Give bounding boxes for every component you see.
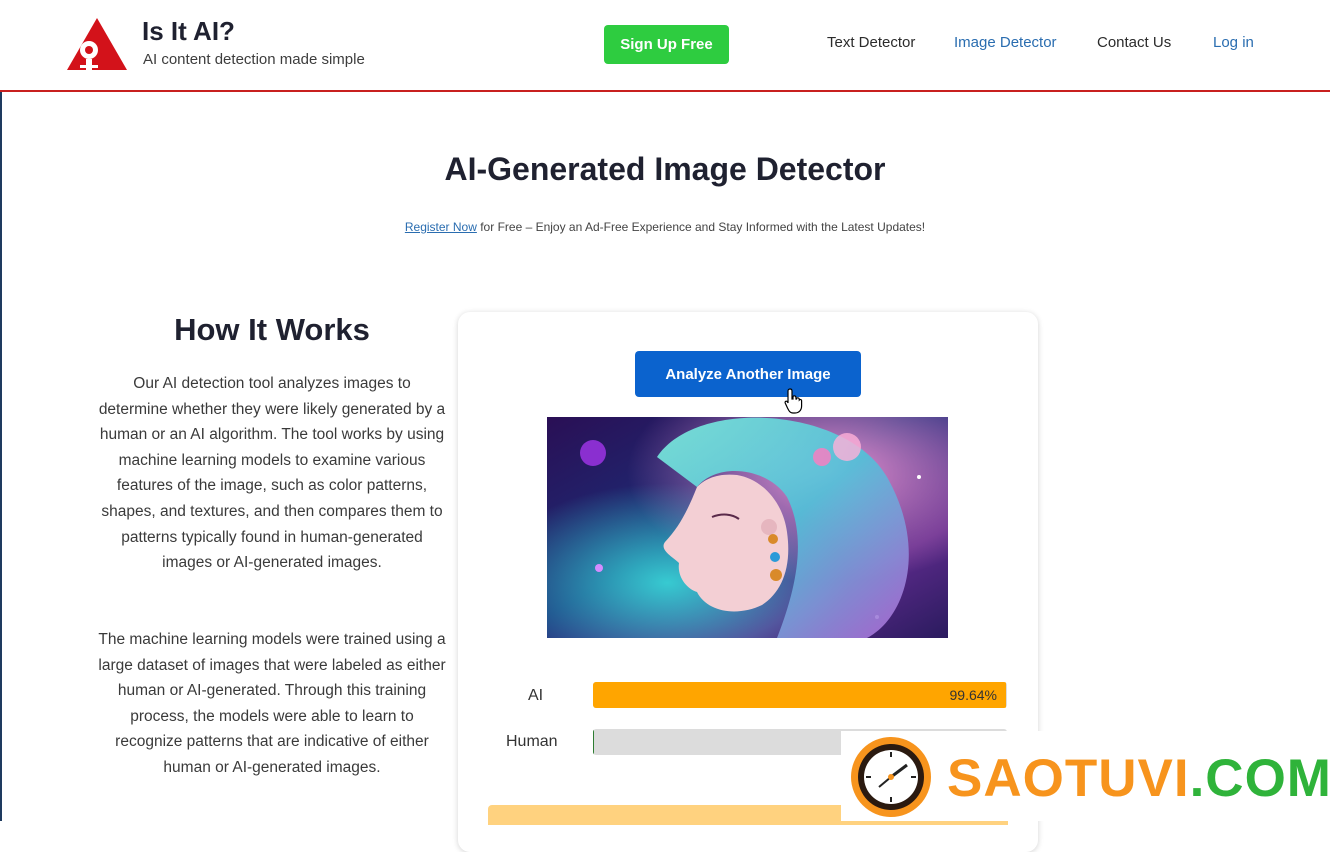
ai-probability-bar: 99.64%	[593, 682, 1007, 708]
brand-tagline: AI content detection made simple	[143, 51, 365, 68]
human-probability-fill	[593, 729, 595, 755]
analyze-another-image-button[interactable]: Analyze Another Image	[635, 351, 861, 397]
analyzed-image	[547, 417, 948, 638]
register-now-link[interactable]: Register Now	[405, 220, 477, 234]
result-label-ai: AI	[528, 687, 544, 704]
watermark-text-orange: SAOTUVI	[947, 749, 1190, 808]
nav-text-detector[interactable]: Text Detector	[827, 34, 915, 51]
watermark-text: SAOTUVI.COM	[947, 748, 1330, 809]
nav-contact-us[interactable]: Contact Us	[1097, 34, 1171, 51]
how-it-works-paragraph-2: The machine learning models were trained…	[98, 631, 446, 776]
result-label-human: Human	[506, 733, 558, 750]
nav-log-in[interactable]: Log in	[1213, 34, 1254, 51]
watermark-text-green: .COM	[1189, 749, 1330, 808]
hand-pointer-icon	[784, 388, 803, 414]
is-it-ai-logo-icon[interactable]	[66, 17, 128, 71]
ai-probability-value: 99.64%	[949, 687, 997, 703]
brand-title[interactable]: Is It AI?	[142, 16, 235, 47]
ai-probability-fill	[593, 682, 1006, 708]
window-edge	[0, 0, 2, 821]
register-banner-text: for Free – Enjoy an Ad-Free Experience a…	[476, 220, 926, 234]
clock-icon	[851, 737, 931, 817]
nav-image-detector[interactable]: Image Detector	[954, 34, 1057, 51]
page-title: AI-Generated Image Detector	[444, 151, 886, 187]
sign-up-button[interactable]: Sign Up Free	[604, 25, 729, 64]
register-banner: Register Now for Free – Enjoy an Ad-Free…	[0, 220, 1330, 234]
how-it-works-heading: How It Works	[174, 312, 370, 347]
how-it-works-paragraph-1: Our AI detection tool analyzes images to…	[98, 375, 446, 572]
